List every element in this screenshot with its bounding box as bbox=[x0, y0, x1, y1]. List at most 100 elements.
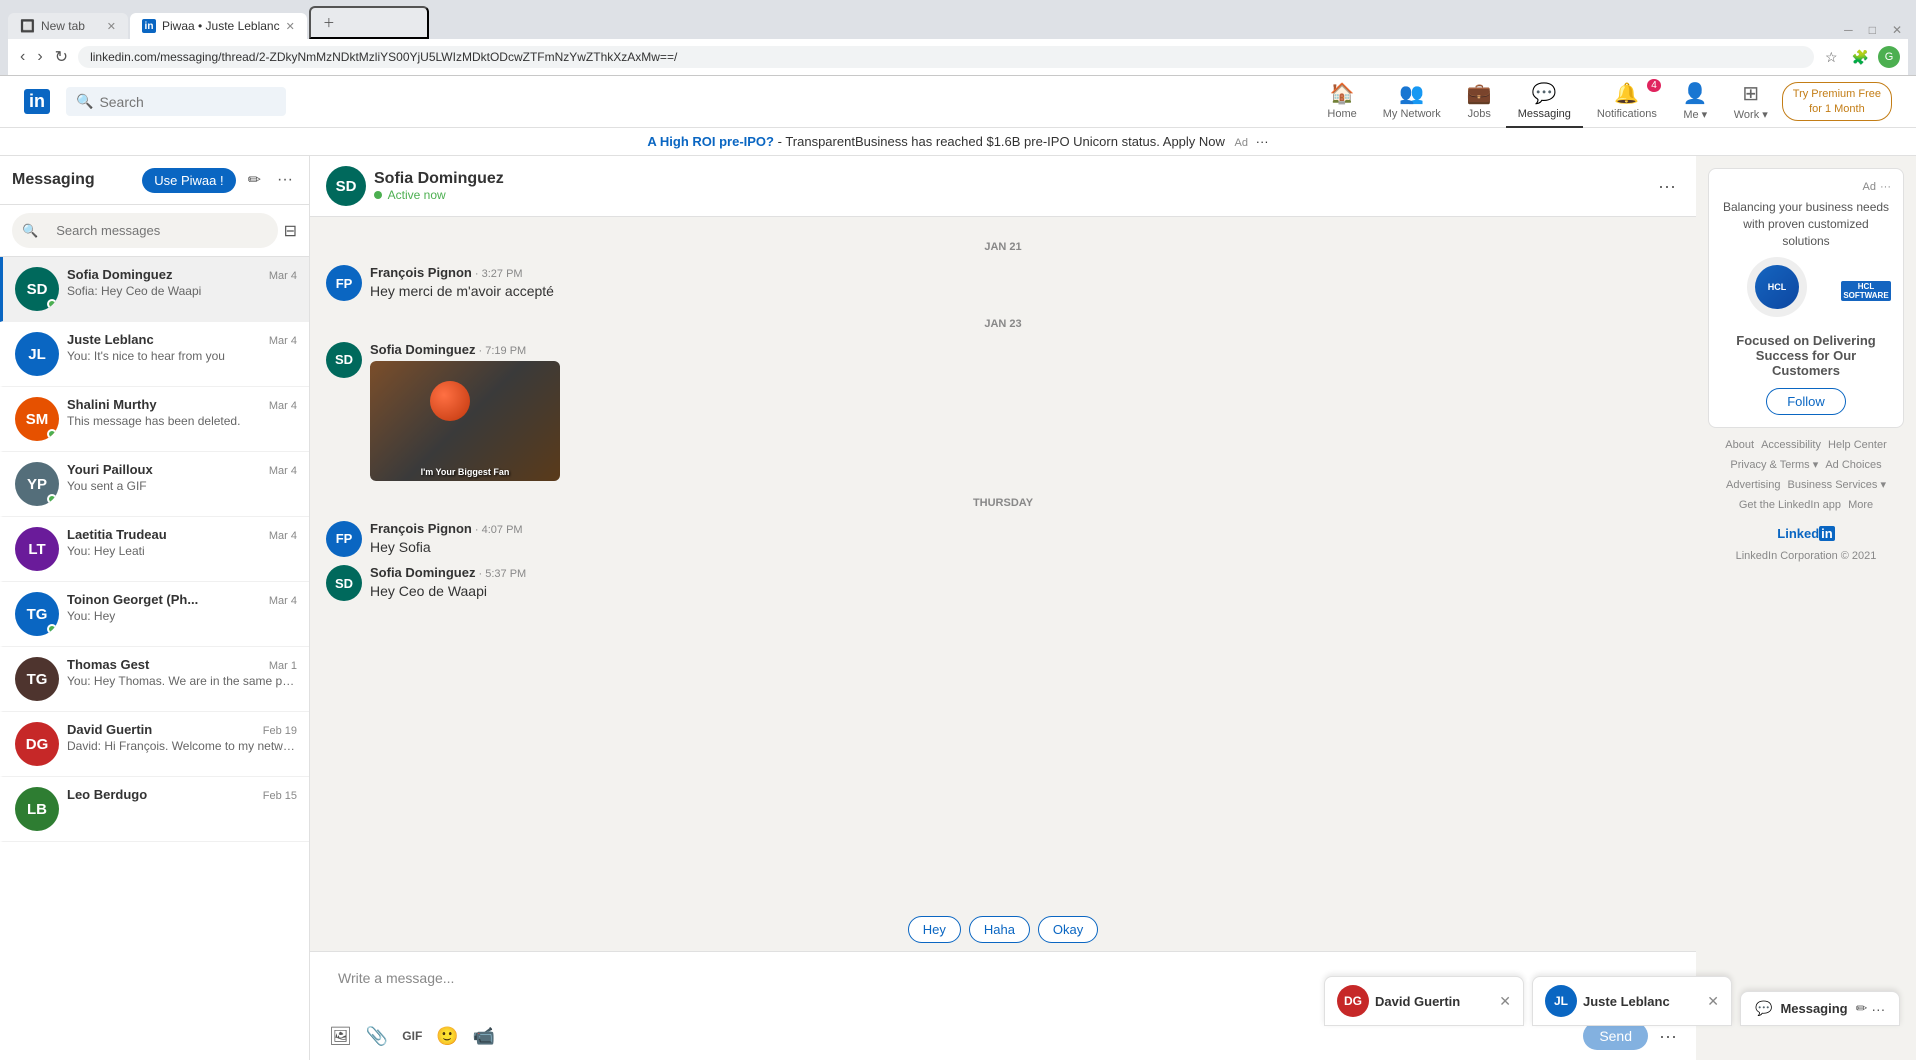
use-piwaa-button[interactable]: Use Piwaa ! bbox=[142, 168, 235, 193]
floating-name-david: David Guertin bbox=[1375, 994, 1493, 1009]
nav-item-network[interactable]: 👥 My Network bbox=[1371, 75, 1453, 128]
main-layout: Messaging Use Piwaa ! ✏ ··· 🔍 ⊟ SD Sof bbox=[0, 156, 1916, 1060]
ad-banner: A High ROI pre-IPO? - TransparentBusines… bbox=[0, 128, 1916, 156]
footer-row-4: Get the LinkedIn app More bbox=[1708, 496, 1904, 516]
footer-privacy-terms[interactable]: Privacy & Terms ▾ bbox=[1730, 459, 1818, 471]
user-btn[interactable]: G bbox=[1878, 46, 1900, 68]
footer-accessibility[interactable]: Accessibility bbox=[1761, 439, 1821, 451]
ad-card-more[interactable]: ··· bbox=[1880, 181, 1891, 193]
floating-expand-btn[interactable]: ··· bbox=[1871, 1000, 1885, 1017]
message-list: SD Sofia Dominguez Mar 4 Sofia: Hey Ceo … bbox=[0, 257, 309, 1060]
message-text-francois-1: Hey merci de m'avoir accepté bbox=[370, 282, 1680, 302]
company-name: HCL SOFTWARE bbox=[1841, 282, 1891, 300]
floating-compose-btn[interactable]: ✏ bbox=[1856, 1000, 1868, 1017]
tab-close-active[interactable]: ✕ bbox=[286, 20, 295, 33]
close-btn[interactable]: ✕ bbox=[1886, 23, 1908, 37]
back-button[interactable]: ‹ bbox=[16, 43, 29, 71]
footer-business-services[interactable]: Business Services ▾ bbox=[1788, 479, 1886, 491]
nav-item-work[interactable]: ⊞ Work ▾ bbox=[1722, 75, 1780, 129]
conversation-david-guertin[interactable]: DG David Guertin Feb 19 David: Hi Franço… bbox=[0, 712, 309, 777]
quick-reply-okay[interactable]: Okay bbox=[1038, 916, 1098, 943]
url-bar[interactable] bbox=[78, 46, 1814, 68]
premium-cta-button[interactable]: Try Premium Freefor 1 Month bbox=[1782, 82, 1892, 121]
conversation-juste-leblanc[interactable]: JL Juste Leblanc Mar 4 You: It's nice to… bbox=[0, 322, 309, 387]
message-francois-jan21: FP François Pignon · 3:27 PM Hey merci d… bbox=[326, 265, 1680, 302]
linkedin-logo[interactable]: in bbox=[24, 89, 50, 114]
nav-item-messaging[interactable]: 💬 Messaging bbox=[1506, 75, 1583, 128]
follow-button[interactable]: Follow bbox=[1766, 388, 1846, 415]
maximize-btn[interactable]: □ bbox=[1863, 23, 1882, 37]
nav-item-notifications[interactable]: 🔔 4 Notifications bbox=[1585, 75, 1669, 128]
bookmark-btn[interactable]: ☆ bbox=[1820, 46, 1843, 69]
conversation-content-youri: Youri Pailloux Mar 4 You sent a GIF bbox=[67, 462, 297, 493]
messaging-more-button[interactable]: ··· bbox=[273, 167, 297, 193]
quick-reply-hey[interactable]: Hey bbox=[908, 916, 961, 943]
search-input[interactable] bbox=[99, 94, 259, 110]
new-tab-button[interactable]: ＋ bbox=[309, 6, 429, 39]
conversation-leo-berdugo[interactable]: LB Leo Berdugo Feb 15 bbox=[0, 777, 309, 842]
message-meta-francois-2: François Pignon · 4:07 PM bbox=[370, 521, 1680, 536]
message-francois-thursday: FP François Pignon · 4:07 PM Hey Sofia bbox=[326, 521, 1680, 558]
refresh-button[interactable]: ↻ bbox=[51, 43, 72, 71]
floating-chat-juste[interactable]: JL Juste Leblanc ✕ bbox=[1532, 976, 1732, 1026]
chat-more-options[interactable]: ··· bbox=[1656, 1023, 1680, 1050]
footer-more[interactable]: More bbox=[1848, 499, 1873, 511]
online-indicator-shalini bbox=[47, 429, 57, 439]
search-box[interactable]: 🔍 bbox=[66, 87, 286, 116]
send-button[interactable]: Send bbox=[1583, 1022, 1648, 1050]
extension-btn[interactable]: 🧩 bbox=[1847, 46, 1874, 69]
gif-button[interactable]: GIF bbox=[399, 1026, 425, 1046]
footer-links: About Accessibility Help Center Privacy … bbox=[1708, 436, 1904, 567]
ad-banner-more[interactable]: ··· bbox=[1256, 134, 1269, 149]
footer-help-center[interactable]: Help Center bbox=[1828, 439, 1887, 451]
message-filter-button[interactable]: ⊟ bbox=[284, 221, 297, 241]
message-sender-sofia-2: Sofia Dominguez bbox=[370, 565, 475, 580]
conversation-shalini-murthy[interactable]: SM Shalini Murthy Mar 4 This message has… bbox=[0, 387, 309, 452]
conversation-youri-pailloux[interactable]: YP Youri Pailloux Mar 4 You sent a GIF bbox=[0, 452, 309, 517]
browser-tab-active[interactable]: in Piwaa • Juste Leblanc ✕ bbox=[130, 13, 307, 39]
floating-close-juste[interactable]: ✕ bbox=[1707, 993, 1719, 1010]
compose-button[interactable]: ✏ bbox=[244, 166, 265, 194]
chat-header: SD Sofia Dominguez Active now ··· bbox=[310, 156, 1696, 217]
nav-item-home[interactable]: 🏠 Home bbox=[1315, 75, 1368, 128]
conversation-content-shalini: Shalini Murthy Mar 4 This message has be… bbox=[67, 397, 297, 428]
footer-about[interactable]: About bbox=[1725, 439, 1754, 451]
video-button[interactable]: 📹 bbox=[470, 1023, 498, 1050]
footer-advertising[interactable]: Advertising bbox=[1726, 479, 1780, 491]
floating-close-david[interactable]: ✕ bbox=[1499, 993, 1511, 1010]
footer-copyright-row: Linkedin LinkedIn Corporation © 2021 bbox=[1708, 522, 1904, 568]
tab-favicon-newtab: 🔲 bbox=[20, 19, 35, 33]
conversation-content-david: David Guertin Feb 19 David: Hi François.… bbox=[67, 722, 297, 753]
footer-get-app[interactable]: Get the LinkedIn app bbox=[1739, 499, 1841, 511]
message-search-input[interactable] bbox=[44, 217, 267, 244]
chat-header-actions: ··· bbox=[1654, 172, 1680, 201]
minimize-btn[interactable]: ─ bbox=[1838, 23, 1859, 37]
messaging-title: Messaging bbox=[12, 171, 134, 189]
attach-image-button[interactable]: 🖼 bbox=[326, 1023, 355, 1050]
floating-messaging-button[interactable]: 💬 Messaging ✏ ··· bbox=[1740, 991, 1900, 1026]
nav-item-jobs[interactable]: 💼 Jobs bbox=[1455, 75, 1504, 128]
browser-tab-newtab[interactable]: 🔲 New tab ✕ bbox=[8, 13, 128, 39]
emoji-button[interactable]: 🙂 bbox=[433, 1023, 461, 1050]
conversation-name-youri: Youri Pailloux bbox=[67, 462, 153, 477]
browser-tabs: 🔲 New tab ✕ in Piwaa • Juste Leblanc ✕ ＋… bbox=[8, 6, 1908, 39]
floating-messaging-actions: ✏ ··· bbox=[1856, 1000, 1886, 1017]
chat-active-status: Active now bbox=[374, 188, 504, 202]
gif-background: I'm Your Biggest Fan bbox=[370, 361, 560, 481]
nav-item-me[interactable]: 👤 Me ▾ bbox=[1671, 75, 1720, 129]
footer-ad-choices[interactable]: Ad Choices bbox=[1825, 459, 1881, 471]
forward-button[interactable]: › bbox=[33, 43, 46, 71]
browser-addressbar: ‹ › ↻ ☆ 🧩 G bbox=[8, 39, 1908, 75]
conversation-sofia-dominguez[interactable]: SD Sofia Dominguez Mar 4 Sofia: Hey Ceo … bbox=[0, 257, 309, 322]
message-content-francois-1: François Pignon · 3:27 PM Hey merci de m… bbox=[370, 265, 1680, 302]
attach-file-button[interactable]: 📎 bbox=[363, 1023, 391, 1050]
nav-label-network: My Network bbox=[1383, 108, 1441, 120]
conversation-laetitia-trudeau[interactable]: LT Laetitia Trudeau Mar 4 You: Hey Leati bbox=[0, 517, 309, 582]
chat-more-button[interactable]: ··· bbox=[1654, 172, 1680, 201]
tab-close-newtab[interactable]: ✕ bbox=[107, 20, 116, 33]
floating-chat-david[interactable]: DG David Guertin ✕ bbox=[1324, 976, 1524, 1026]
conversation-toinon-georget[interactable]: TG Toinon Georget (Ph... Mar 4 You: Hey bbox=[0, 582, 309, 647]
chat-messages: JAN 21 FP François Pignon · 3:27 PM Hey … bbox=[310, 217, 1696, 908]
conversation-thomas-gest[interactable]: TG Thomas Gest Mar 1 You: Hey Thomas. We… bbox=[0, 647, 309, 712]
quick-reply-haha[interactable]: Haha bbox=[969, 916, 1030, 943]
